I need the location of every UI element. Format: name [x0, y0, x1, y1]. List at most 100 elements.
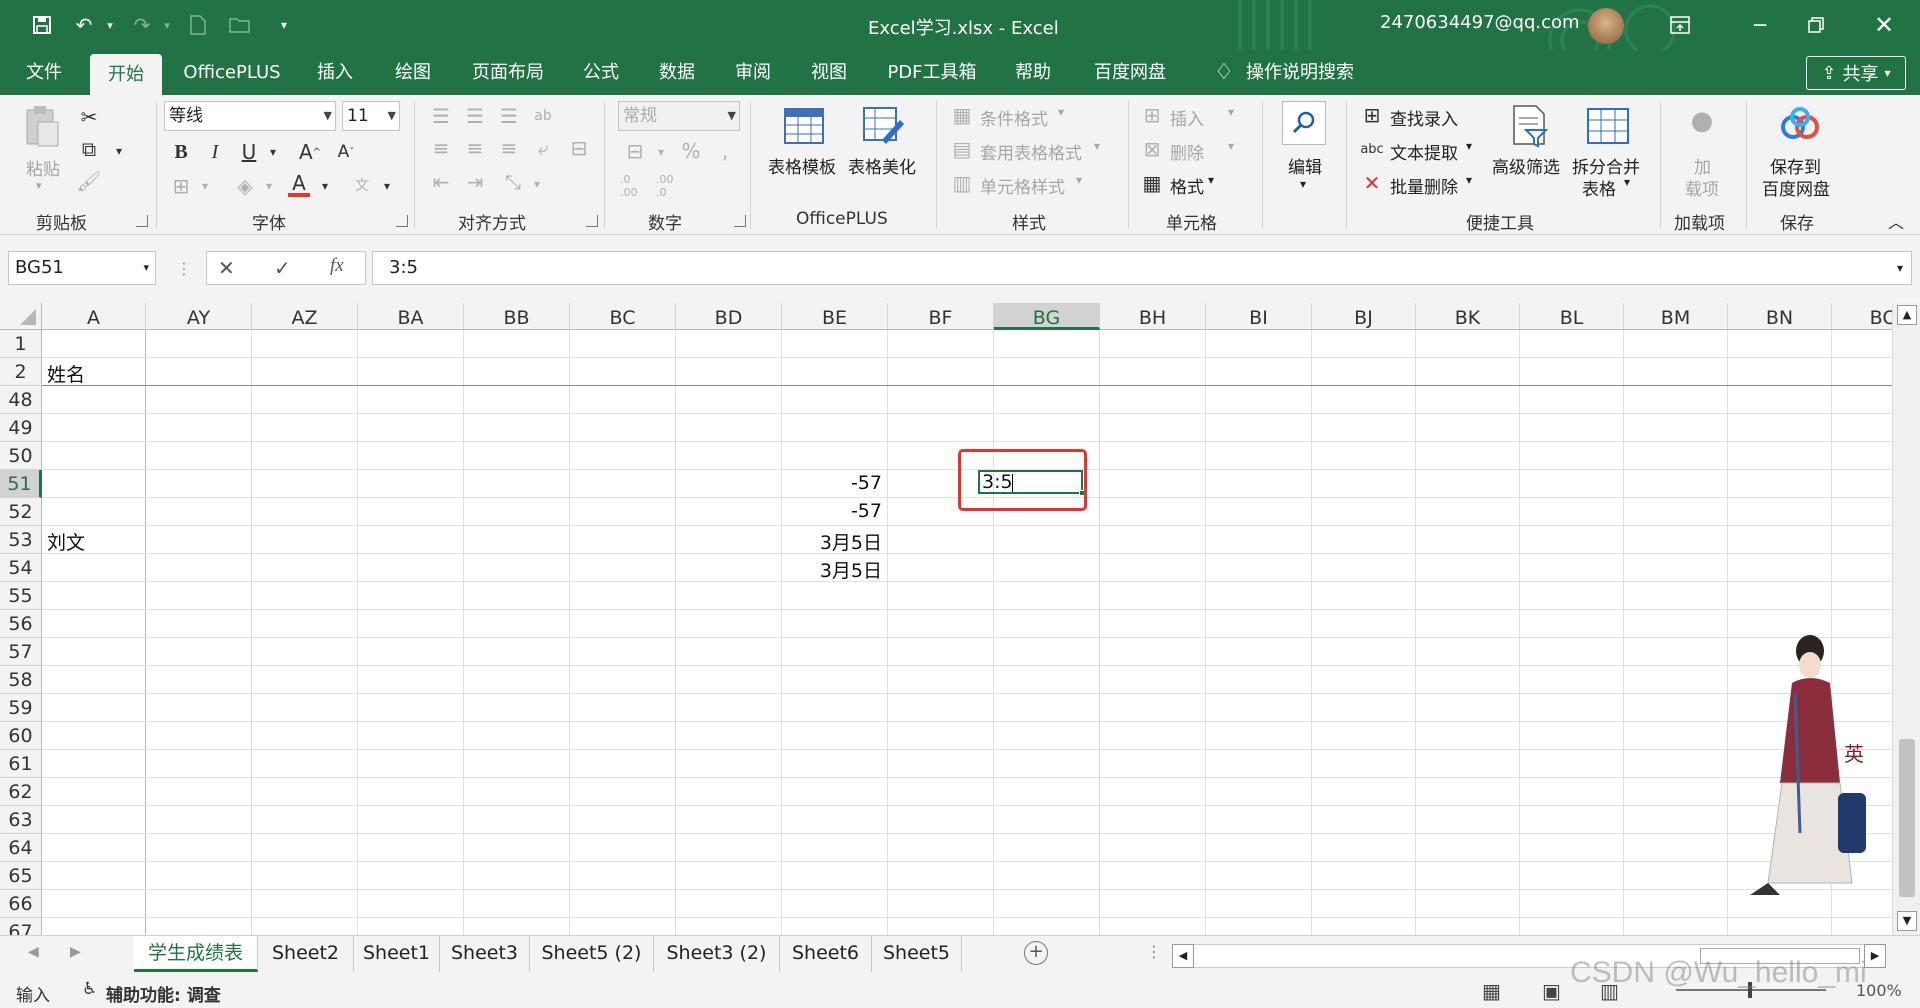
- copy-dropdown-icon[interactable]: ▾: [112, 141, 126, 161]
- scroll-thumb[interactable]: [1899, 739, 1915, 897]
- bottom-align-icon[interactable]: ☰: [496, 104, 522, 128]
- merge-center-icon[interactable]: ⊟: [566, 136, 592, 160]
- accessibility-icon[interactable]: ♿: [82, 979, 97, 999]
- table-beautify-button[interactable]: 表格美化: [848, 153, 916, 178]
- format-cells-button[interactable]: 格式: [1170, 173, 1204, 198]
- text-extract-button[interactable]: 文本提取: [1390, 139, 1458, 164]
- baidu-cloud-icon[interactable]: [1778, 103, 1822, 147]
- cut-icon[interactable]: ✂: [76, 105, 102, 129]
- column-header-a[interactable]: A: [42, 303, 146, 330]
- minimize-icon[interactable]: ─: [1740, 10, 1780, 40]
- cell-styles-button[interactable]: 单元格样式: [980, 173, 1065, 198]
- alignment-launcher-icon[interactable]: [586, 215, 598, 227]
- batch-delete-icon[interactable]: ✕: [1360, 171, 1384, 195]
- row-header-54[interactable]: 54: [0, 554, 42, 582]
- text-direction-dropdown-icon[interactable]: ▾: [530, 173, 544, 195]
- tab-insert[interactable]: 插入: [302, 50, 368, 95]
- splitter-icon[interactable]: ⋮: [1146, 942, 1162, 961]
- split-merge-button-line2[interactable]: 表格: [1582, 175, 1616, 200]
- column-header-bn[interactable]: BN: [1728, 303, 1832, 330]
- tab-pdf-tools[interactable]: PDF工具箱: [876, 50, 988, 95]
- new-sheet-icon[interactable]: +: [1024, 941, 1048, 965]
- sheet-tab[interactable]: Sheet5 (2): [530, 936, 654, 972]
- borders-icon[interactable]: ⊞: [168, 173, 194, 199]
- enter-icon[interactable]: ✓: [274, 256, 291, 280]
- find-entry-button[interactable]: 查找录入: [1390, 105, 1458, 130]
- account-email[interactable]: 2470634497@qq.com: [1380, 12, 1580, 33]
- row-header-65[interactable]: 65: [0, 862, 42, 890]
- row-header-59[interactable]: 59: [0, 694, 42, 722]
- paste-icon[interactable]: [22, 103, 62, 149]
- middle-align-icon[interactable]: ☰: [462, 104, 488, 128]
- format-as-table-icon[interactable]: ▤: [950, 137, 974, 161]
- cell-styles-icon[interactable]: ▥: [950, 171, 974, 195]
- column-header-bf[interactable]: BF: [888, 303, 994, 330]
- collapse-ribbon-icon[interactable]: ︿: [1888, 209, 1904, 233]
- font-color-dropdown-icon[interactable]: ▾: [318, 175, 332, 197]
- column-header-bk[interactable]: BK: [1416, 303, 1520, 330]
- column-header-be[interactable]: BE: [782, 303, 888, 330]
- row-header-50[interactable]: 50: [0, 442, 42, 470]
- increase-font-icon[interactable]: A ^: [296, 139, 324, 165]
- row-header-57[interactable]: 57: [0, 638, 42, 666]
- fill-color-icon[interactable]: ◈: [232, 173, 258, 199]
- cell-be54[interactable]: 3月5日: [782, 556, 882, 583]
- orientation-icon[interactable]: ab: [530, 103, 556, 129]
- tab-officeplus[interactable]: OfficePLUS: [176, 50, 288, 95]
- tab-review[interactable]: 审阅: [720, 50, 786, 95]
- row-header-58[interactable]: 58: [0, 666, 42, 694]
- cell-be52[interactable]: -57: [782, 500, 882, 522]
- row-header-61[interactable]: 61: [0, 750, 42, 778]
- tab-file[interactable]: 文件: [12, 50, 76, 95]
- row-header-60[interactable]: 60: [0, 722, 42, 750]
- wrap-text-icon[interactable]: ⤶: [530, 136, 556, 160]
- align-left-icon[interactable]: ≡: [428, 136, 454, 160]
- tab-help[interactable]: 帮助: [1000, 50, 1066, 95]
- sheet-tab[interactable]: Sheet2: [258, 936, 354, 972]
- paste-dropdown-icon[interactable]: ▾: [36, 179, 42, 192]
- cell-be51[interactable]: -57: [782, 472, 882, 494]
- text-extract-icon[interactable]: abc: [1360, 137, 1384, 161]
- decrease-decimal-icon[interactable]: .00 .0: [656, 173, 686, 199]
- sheet-tab[interactable]: 学生成绩表: [134, 936, 258, 972]
- save-to-netdisk-button-line2[interactable]: 百度网盘: [1762, 175, 1830, 200]
- conditional-format-icon[interactable]: ▦: [950, 103, 974, 127]
- delete-cells-icon[interactable]: ⊠: [1140, 137, 1164, 161]
- select-all-corner[interactable]: [0, 303, 42, 330]
- percent-icon[interactable]: %: [678, 139, 704, 163]
- tab-draw[interactable]: 绘图: [380, 50, 446, 95]
- sheet-tab[interactable]: Sheet1: [354, 936, 440, 972]
- tab-view[interactable]: 视图: [796, 50, 862, 95]
- row-header-49[interactable]: 49: [0, 414, 42, 442]
- number-launcher-icon[interactable]: [734, 215, 746, 227]
- bold-icon[interactable]: B: [168, 139, 194, 165]
- table-template-button[interactable]: 表格模板: [768, 153, 836, 178]
- format-painter-icon[interactable]: 🖌: [76, 169, 102, 193]
- formula-input[interactable]: 3:5 ▾: [372, 251, 1912, 285]
- row-header-64[interactable]: 64: [0, 834, 42, 862]
- cancel-icon[interactable]: ✕: [218, 256, 235, 280]
- row-header-53[interactable]: 53: [0, 526, 42, 554]
- column-header-bb[interactable]: BB: [464, 303, 570, 330]
- column-header-bg[interactable]: BG: [994, 303, 1100, 330]
- prev-sheet-icon[interactable]: ◀: [28, 944, 39, 960]
- fill-color-dropdown-icon[interactable]: ▾: [262, 175, 276, 197]
- sheet-tab[interactable]: Sheet5: [872, 936, 962, 972]
- undo-dropdown-icon[interactable]: ▾: [96, 12, 124, 38]
- italic-icon[interactable]: I: [202, 139, 228, 165]
- search-icon[interactable]: [1282, 101, 1326, 145]
- sheet-tab[interactable]: Sheet6: [780, 936, 872, 972]
- worksheet-grid[interactable]: A AY AZ BA BB BC BD BE BF BG BH BI BJ BK BL BM BN BO 1 2 48…: [0, 303, 1920, 935]
- phonetic-guide-icon[interactable]: 文: [348, 171, 376, 199]
- customize-toolbar-icon[interactable]: ▾: [270, 12, 298, 38]
- comma-style-icon[interactable]: ,: [712, 139, 738, 163]
- undo-icon[interactable]: ↶: [70, 12, 98, 38]
- advanced-filter-icon[interactable]: [1508, 103, 1552, 149]
- normal-view-icon[interactable]: ▦: [1482, 979, 1501, 1003]
- text-direction-icon[interactable]: ⤡: [500, 170, 526, 194]
- tab-page-layout[interactable]: 页面布局: [460, 50, 556, 95]
- underline-dropdown-icon[interactable]: ▾: [266, 141, 280, 163]
- page-layout-view-icon[interactable]: ▣: [1542, 979, 1561, 1003]
- scroll-left-icon[interactable]: ◀: [1172, 944, 1194, 968]
- row-header-1[interactable]: 1: [0, 330, 42, 358]
